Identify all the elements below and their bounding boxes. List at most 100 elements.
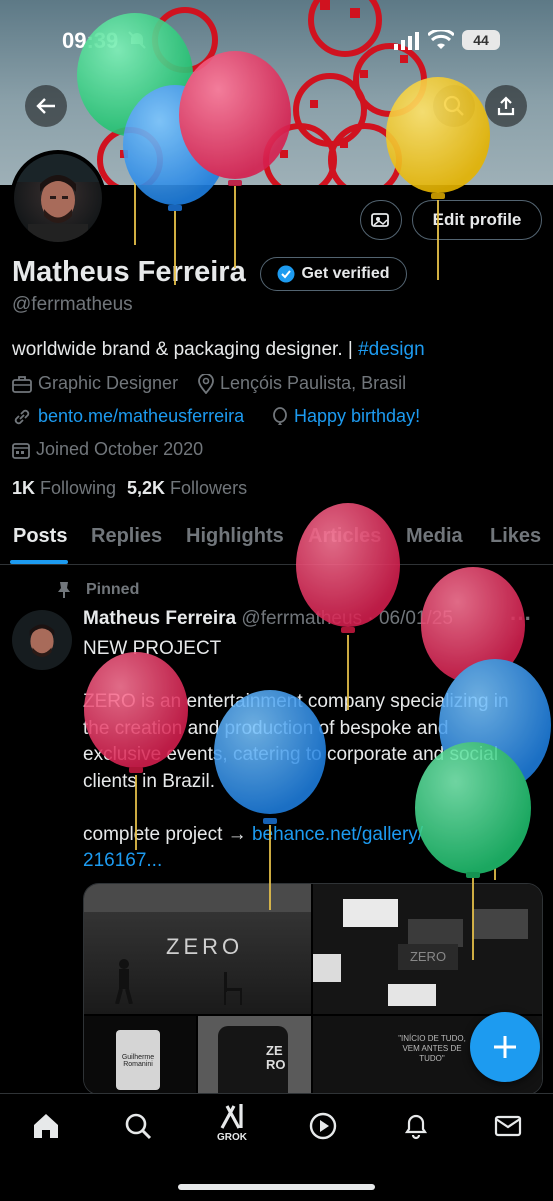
profile-avatar[interactable] <box>10 150 106 246</box>
tab-media[interactable]: Media <box>406 525 463 548</box>
back-button[interactable] <box>25 85 67 127</box>
following-count-link[interactable]: 1K Following <box>12 478 116 499</box>
search-icon <box>125 1113 152 1140</box>
image-2-card <box>388 984 436 1006</box>
tab-replies[interactable]: Replies <box>91 525 162 548</box>
media-image-3[interactable]: Guilherme Romanini <box>84 1016 196 1094</box>
verified-badge-icon <box>277 265 295 283</box>
image-4-logo-text: ZE RO <box>266 1043 286 1072</box>
avatar-photo <box>14 154 102 242</box>
pin-icon <box>58 582 70 598</box>
location-pin-icon <box>198 373 214 394</box>
website-item[interactable]: bento.me/matheusferreira <box>12 406 244 427</box>
media-image-1[interactable]: ZERO <box>84 884 311 1014</box>
post-line: complete project → <box>83 823 252 845</box>
image-2-card <box>408 919 463 947</box>
tab-articles[interactable]: Articles <box>308 525 381 548</box>
play-circle-icon <box>309 1112 337 1140</box>
followers-count: 5,2K <box>127 478 166 498</box>
location-item: Lençóis Paulista, Brasil <box>198 373 406 394</box>
bio-hashtag-link[interactable]: #design <box>358 339 425 360</box>
image-5-caption: "INÍCIO DE TUDO, VEM ANTES DE TUDO" <box>398 1034 466 1063</box>
post-line: exclusive events, catering to corporate … <box>83 744 499 765</box>
calendar-icon <box>12 442 30 459</box>
bottom-navigation: GROK <box>0 1093 553 1201</box>
behance-link[interactable]: behance.net/gallery/ <box>252 824 423 845</box>
grok-icon <box>220 1104 243 1129</box>
post-line: NEW PROJECT <box>83 638 222 659</box>
arrow-left-icon <box>36 98 55 114</box>
link-icon <box>14 409 30 424</box>
followers-count-link[interactable]: 5,2K Followers <box>127 478 247 499</box>
nav-messages[interactable] <box>488 1106 528 1146</box>
share-button[interactable] <box>485 85 527 127</box>
author-avatar-photo <box>12 610 72 670</box>
post-line: ZERO is an entertainment company special… <box>83 691 509 712</box>
image-1-figure <box>115 959 133 1004</box>
cellular-signal-icon <box>394 32 420 55</box>
website-link[interactable]: bento.me/matheusferreira <box>38 406 244 427</box>
joined-label: Joined October 2020 <box>36 439 204 459</box>
image-1-logo-text: ZERO <box>166 934 244 959</box>
image-2-card <box>343 899 398 927</box>
nav-grok[interactable]: GROK <box>211 1102 253 1152</box>
bell-icon <box>404 1114 428 1140</box>
edit-profile-button[interactable]: Edit profile <box>412 200 542 240</box>
birthday-label[interactable]: Happy birthday! <box>294 406 420 427</box>
profile-bio: worldwide brand & packaging designer. | … <box>12 339 425 361</box>
post-header: Matheus Ferreira @ferrmatheus · 06/01/25 <box>83 608 453 629</box>
get-verified-button[interactable]: Get verified <box>260 257 407 291</box>
tabs-divider <box>0 564 553 565</box>
post-author-name[interactable]: Matheus Ferreira <box>83 608 236 629</box>
profile-name: Matheus Ferreira <box>12 256 246 288</box>
compose-post-button[interactable] <box>470 1012 540 1082</box>
professional-tools-button[interactable] <box>360 200 402 240</box>
post-author-avatar[interactable] <box>12 610 72 670</box>
balloon-icon <box>273 406 287 425</box>
profession-item: Graphic Designer <box>12 373 178 394</box>
plus-icon <box>494 1036 516 1058</box>
search-button[interactable] <box>433 85 475 127</box>
search-icon <box>443 95 464 116</box>
nav-video[interactable] <box>303 1106 343 1146</box>
post-line: clients in Brazil. <box>83 770 215 792</box>
bio-text: worldwide brand & packaging designer. | <box>12 339 359 360</box>
briefcase-icon <box>12 375 32 393</box>
behance-link-continued[interactable]: 216167... <box>83 848 548 875</box>
status-time: 09:39 <box>62 28 119 53</box>
media-grid-icon <box>371 213 389 227</box>
mute-bell-icon <box>127 30 147 55</box>
tab-highlights[interactable]: Highlights <box>186 525 284 548</box>
pinned-indicator: Pinned <box>56 581 139 599</box>
followers-label: Followers <box>170 478 248 498</box>
post-date[interactable]: 06/01/25 <box>379 608 453 629</box>
share-icon <box>497 96 515 116</box>
home-indicator <box>178 1184 375 1190</box>
post-line: the creation and production of bespoke a… <box>83 717 449 739</box>
following-label: Following <box>40 478 117 498</box>
battery-indicator: 44 <box>462 30 500 50</box>
pinned-label: Pinned <box>86 581 140 598</box>
post-author-handle[interactable]: @ferrmatheus <box>241 608 362 629</box>
tab-posts[interactable]: Posts <box>13 525 67 548</box>
image-1-chair <box>224 972 242 1005</box>
nav-explore[interactable] <box>118 1106 158 1146</box>
image-2-logo-text: ZERO <box>398 944 458 970</box>
media-image-4[interactable]: ZE RO <box>198 1016 311 1094</box>
post-body: NEW PROJECT ZERO is an entertainment com… <box>83 636 548 875</box>
profession-label: Graphic Designer <box>38 373 179 393</box>
joined-item: Joined October 2020 <box>12 439 203 460</box>
nav-notifications[interactable] <box>396 1106 436 1146</box>
tab-likes[interactable]: Likes <box>490 525 541 548</box>
grok-label: GROK <box>217 1132 247 1143</box>
profile-handle: @ferrmatheus <box>12 294 133 315</box>
image-3-badge-text: Guilherme Romanini <box>116 1030 160 1090</box>
home-icon <box>34 1114 58 1138</box>
location-label: Lençóis Paulista, Brasil <box>220 373 407 393</box>
image-1-ceiling <box>84 884 311 912</box>
birthday-item[interactable]: Happy birthday! <box>272 406 420 427</box>
post-more-icon[interactable]: ··· <box>510 606 532 632</box>
media-image-2[interactable]: ZERO <box>313 884 542 1014</box>
nav-home[interactable] <box>26 1106 66 1146</box>
following-count: 1K <box>12 478 36 498</box>
